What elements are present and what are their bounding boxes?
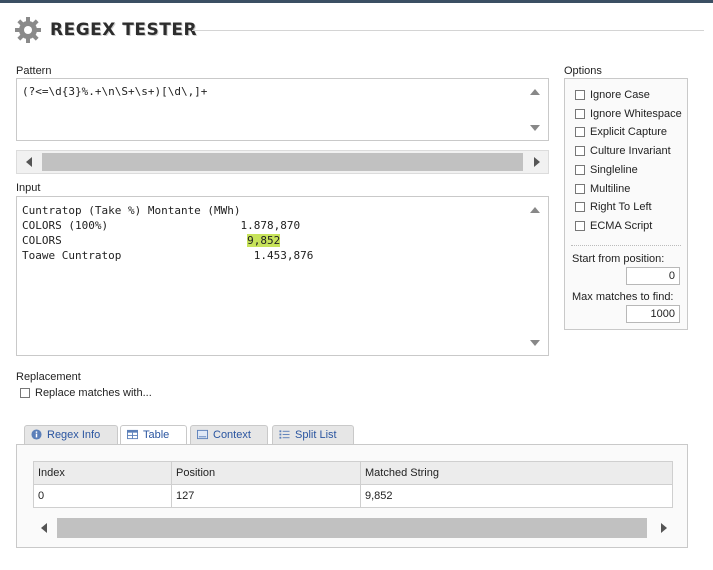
tab-label: Split List (295, 429, 337, 441)
start-position-input[interactable]: 0 (626, 267, 680, 285)
tab-regex-info[interactable]: Regex Info (24, 425, 118, 445)
column-header-position[interactable]: Position (171, 461, 361, 485)
max-matches-label: Max matches to find: (572, 291, 674, 303)
scroll-up-icon[interactable] (530, 89, 540, 95)
scroll-right-icon[interactable] (534, 157, 540, 167)
option-right-to-left[interactable]: Right To Left (575, 201, 652, 215)
table-header-row: Index Position Matched String (33, 461, 673, 485)
table-cell: 0 (33, 484, 172, 508)
option-label: ECMA Script (590, 220, 653, 232)
checkbox[interactable] (575, 221, 585, 232)
option-ignore-whitespace[interactable]: Ignore Whitespace (575, 108, 682, 122)
scroll-right-icon[interactable] (661, 523, 667, 533)
input-text: Cuntratop (Take %) Montante (MWh) COLORS… (22, 203, 313, 263)
input-label: Input (16, 182, 41, 194)
table-cell: 9,852 (360, 484, 673, 508)
scroll-up-icon[interactable] (530, 207, 540, 213)
table-icon (127, 429, 138, 440)
option-ignore-case[interactable]: Ignore Case (575, 89, 650, 103)
checkbox[interactable] (575, 165, 585, 176)
pattern-vertical-scrollbar[interactable] (522, 79, 548, 140)
checkbox[interactable] (575, 90, 585, 101)
checkbox[interactable] (575, 109, 585, 120)
results-table: Index Position Matched String 0 127 9,85… (33, 461, 673, 508)
results-horizontal-scrollbar[interactable] (39, 517, 671, 539)
option-label: Explicit Capture (590, 126, 668, 138)
input-line: Toawe Cuntratop 1.453,876 (22, 248, 313, 263)
option-label: Right To Left (590, 201, 652, 213)
input-line-text: COLORS (100%) 1.878,870 (22, 219, 301, 232)
pattern-label: Pattern (16, 65, 52, 77)
column-header-matched-string[interactable]: Matched String (360, 461, 673, 485)
input-line: COLORS 9,852 (22, 233, 313, 248)
scroll-down-icon[interactable] (530, 340, 540, 346)
replace-matches-label: Replace matches with... (35, 387, 152, 399)
app-title: REGEX TESTER (50, 20, 198, 40)
input-line: COLORS (100%) 1.878,870 (22, 218, 313, 233)
pattern-horizontal-scrollbar[interactable] (16, 150, 549, 174)
tab-label: Table (143, 429, 170, 441)
scroll-left-icon[interactable] (41, 523, 47, 533)
checkbox[interactable] (575, 146, 585, 157)
gear-icon (15, 17, 41, 43)
checkbox[interactable] (575, 127, 585, 138)
tab-context[interactable]: Context (190, 425, 268, 445)
option-label: Ignore Whitespace (590, 108, 682, 120)
table-row[interactable]: 0 127 9,852 (33, 484, 673, 508)
options-label: Options (564, 65, 602, 77)
context-icon (197, 429, 208, 440)
results-panel: Index Position Matched String 0 127 9,85… (16, 444, 688, 548)
tab-label: Context (213, 429, 251, 441)
options-divider (571, 245, 681, 246)
option-multiline[interactable]: Multiline (575, 183, 630, 197)
tab-table[interactable]: Table (120, 425, 187, 446)
title-divider (192, 30, 704, 31)
option-label: Ignore Case (590, 89, 650, 101)
info-icon (31, 429, 42, 440)
option-explicit-capture[interactable]: Explicit Capture (575, 126, 667, 140)
scroll-left-icon[interactable] (26, 157, 32, 167)
option-ecma-script[interactable]: ECMA Script (575, 220, 652, 234)
max-matches-input[interactable]: 1000 (626, 305, 680, 323)
input-textarea[interactable]: Cuntratop (Take %) Montante (MWh) COLORS… (16, 196, 549, 356)
pattern-text: (?<=\d{3}%.+\n\S+\s+)[\d\,]+ (22, 85, 208, 98)
checkbox[interactable] (575, 184, 585, 195)
input-line-text: COLORS (22, 234, 248, 247)
window-top-strip (0, 0, 713, 3)
checkbox[interactable] (575, 202, 585, 213)
option-label: Multiline (590, 183, 631, 195)
option-culture-invariant[interactable]: Culture Invariant (575, 145, 671, 159)
option-singleline[interactable]: Singleline (575, 164, 638, 178)
pattern-textarea[interactable]: (?<=\d{3}%.+\n\S+\s+)[\d\,]+ (16, 78, 549, 141)
match-highlight: 9,852 (247, 234, 281, 247)
input-line-text: Toawe Cuntratop 1.453,876 (22, 249, 314, 262)
tab-split-list[interactable]: Split List (272, 425, 354, 445)
replacement-label: Replacement (16, 371, 81, 383)
list-icon (279, 430, 290, 439)
column-header-index[interactable]: Index (33, 461, 172, 485)
replace-matches-option[interactable]: Replace matches with... (20, 387, 152, 401)
option-label: Culture Invariant (590, 145, 671, 157)
tab-label: Regex Info (47, 429, 101, 441)
table-cell: 127 (171, 484, 361, 508)
input-vertical-scrollbar[interactable] (522, 197, 548, 355)
scroll-down-icon[interactable] (530, 125, 540, 131)
scrollbar-thumb[interactable] (57, 518, 647, 538)
scrollbar-thumb[interactable] (42, 153, 523, 171)
input-line-text: Cuntratop (Take %) Montante (MWh) (22, 204, 241, 217)
checkbox[interactable] (20, 388, 30, 399)
option-label: Singleline (590, 164, 638, 176)
app-header: REGEX TESTER (14, 14, 704, 46)
input-line: Cuntratop (Take %) Montante (MWh) (22, 203, 313, 218)
start-position-label: Start from position: (572, 253, 665, 265)
options-panel: Ignore Case Ignore Whitespace Explicit C… (564, 78, 688, 330)
